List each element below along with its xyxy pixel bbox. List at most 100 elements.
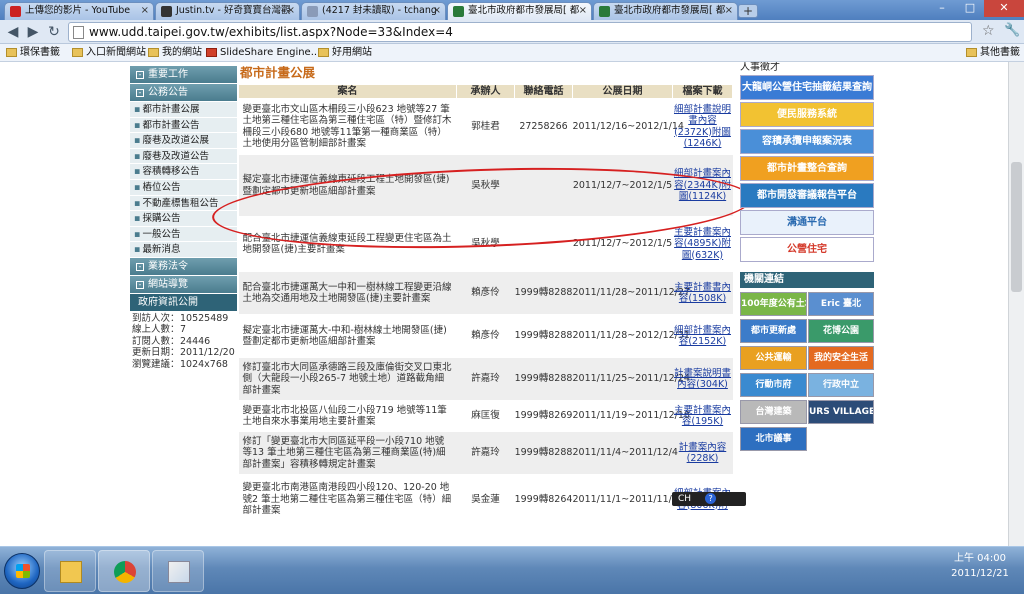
close-icon[interactable]: ×: [141, 3, 149, 19]
address-bar[interactable]: www.udd.taipei.gov.tw/exhibits/list.aspx…: [68, 22, 972, 42]
tab-youtube[interactable]: 上傳您的影片 - YouTube ×: [4, 2, 154, 20]
bookmark-folder[interactable]: 入口新聞網站: [72, 46, 146, 60]
nav-item[interactable]: ▪ 都市計畫公告: [130, 117, 237, 134]
file-download[interactable]: 細部計畫說明書內容(2372K)附圖(1246K): [672, 98, 733, 155]
service-banner[interactable]: 都市開發審議報告平台: [740, 183, 874, 208]
bookmark-slideshare[interactable]: SlideShare Engine...: [206, 46, 320, 60]
download-link[interactable]: 計畫案內容(228K): [679, 442, 727, 465]
case-link[interactable]: 變更臺北市北投區八仙段二小段719 地號等11筆土地自來水事業用地主要計畫案: [243, 405, 447, 428]
file-download[interactable]: 主要計畫案內容(4895K)附圖(632K): [672, 216, 733, 272]
tab-mail[interactable]: (4217 封未讀取) - tchang ×: [301, 2, 446, 20]
nav-gov-info[interactable]: 政府資訊公開: [130, 293, 237, 311]
agency-link[interactable]: 我的安全生活: [808, 346, 874, 370]
bookmark-star-icon[interactable]: ☆: [982, 23, 995, 39]
tab-udd-active[interactable]: 臺北市政府都市發展局[ 都 ×: [447, 2, 592, 20]
case-name[interactable]: 修訂臺北市大同區承德路三段及庫倫街交叉口東北側（大龍段一小段265-7 地號土地…: [238, 357, 457, 401]
nav-item[interactable]: ▪ 最新消息: [130, 242, 237, 258]
reload-button[interactable]: ↻: [45, 23, 63, 41]
bookmark-folder[interactable]: 好用網站: [318, 46, 372, 60]
download-link[interactable]: 細部計畫說明書內容(2372K)附圖(1246K): [674, 104, 731, 150]
case-name[interactable]: 配合臺北市捷運萬大一中和一樹林線工程變更沿線土地為交通用地及土地開發區(捷)主要…: [238, 271, 457, 315]
download-link[interactable]: 主要計畫案內容(4895K)附圖(632K): [674, 227, 731, 261]
close-icon[interactable]: ×: [433, 3, 441, 19]
case-name[interactable]: 擬定臺北市捷運萬大-中和-樹林線土地開發區(捷)暨劃定都市更新地區細部計畫案: [238, 314, 457, 358]
file-download[interactable]: 細部計畫案內容(2152K): [672, 314, 733, 358]
download-link[interactable]: 主要計畫書內容(1508K): [674, 282, 731, 305]
start-button[interactable]: [4, 553, 40, 589]
case-name[interactable]: 修訂「變更臺北市大同區延平段一小段710 地號等13 筆土地第三種住宅區為第三種…: [238, 431, 457, 475]
system-clock[interactable]: 上午 04:00 2011/12/21: [950, 551, 1010, 581]
case-link[interactable]: 變更臺北市文山區木柵段三小段623 地號等27 筆土地第三種住宅區為第三種住宅區…: [243, 104, 452, 150]
agency-link[interactable]: 花博公園: [808, 319, 874, 343]
nav-section-header[interactable]: - 業務法令: [130, 257, 237, 276]
download-link[interactable]: 細部計畫案內容(2344K)附圖(1124K): [674, 168, 731, 202]
minimize-button[interactable]: –: [928, 0, 956, 17]
service-banner[interactable]: 大龍峒公營住宅抽籤結果查詢: [740, 75, 874, 100]
bookmark-folder[interactable]: 環保書籤: [6, 46, 60, 60]
help-icon[interactable]: ?: [705, 493, 717, 504]
file-download[interactable]: 細部計畫案內容(2344K)附圖(1124K): [672, 154, 733, 217]
nav-section-header[interactable]: - 網站導覽: [130, 275, 237, 294]
file-download[interactable]: 主要計畫案內容(195K): [672, 400, 733, 432]
case-link[interactable]: 修訂臺北市大同區承德路三段及庫倫街交叉口東北側（大龍段一小段265-7 地號土地…: [243, 362, 452, 396]
service-banner[interactable]: 公營住宅: [740, 237, 874, 262]
nav-item[interactable]: ▪ 樁位公告: [130, 179, 237, 196]
close-icon[interactable]: ×: [725, 3, 733, 19]
forward-button[interactable]: ▶: [24, 23, 42, 41]
download-link[interactable]: 計畫案說明書內容(304K): [674, 368, 731, 391]
recruit-label[interactable]: 人事徵才: [740, 62, 874, 75]
back-button[interactable]: ◀: [4, 23, 22, 41]
wrench-icon[interactable]: 🔧: [1004, 23, 1020, 38]
bookmark-folder-other[interactable]: 其他書籤: [966, 46, 1020, 60]
nav-item[interactable]: ▪ 廢巷及改道公展: [130, 133, 237, 149]
service-banner[interactable]: 便民服務系統: [740, 102, 874, 127]
service-banner[interactable]: 容積承攬申報案況表: [740, 129, 874, 154]
service-banner[interactable]: 溝通平台: [740, 210, 874, 235]
case-name[interactable]: 配合臺北市捷運信義線東延段工程變更住宅區為土地開發區(捷)主要計畫案: [238, 216, 457, 272]
file-download[interactable]: 計畫案內容(228K): [672, 431, 733, 475]
taskbar-paint[interactable]: [152, 550, 204, 592]
taskbar-explorer[interactable]: [44, 550, 96, 592]
scrollbar-thumb[interactable]: [1011, 162, 1022, 292]
case-name[interactable]: 變更臺北市北投區八仙段二小段719 地號等11筆土地自來水事業用地主要計畫案: [238, 400, 457, 432]
case-name[interactable]: 擬定臺北市捷運信義線東延段工程土地開發區(捷)暨劃定都市更新地區細部計畫案: [238, 154, 457, 217]
vertical-scrollbar[interactable]: [1008, 62, 1024, 546]
case-name[interactable]: 變更臺北市南港區南港段四小段120、120-20 地號2 筆土地第二種住宅區為第…: [238, 474, 457, 525]
close-icon[interactable]: ×: [287, 3, 295, 19]
case-name[interactable]: 變更臺北市文山區木柵段三小段623 地號等27 筆土地第三種住宅區為第三種住宅區…: [238, 98, 457, 155]
case-link[interactable]: 擬定臺北市捷運信義線東延段工程土地開發區(捷)暨劃定都市更新地區細部計畫案: [243, 174, 450, 197]
case-link[interactable]: 變更臺北市南港區南港段四小段120、120-20 地號2 筆土地第二種住宅區為第…: [243, 482, 452, 516]
agency-link[interactable]: 公共運輸: [740, 346, 807, 370]
file-download[interactable]: 計畫案說明書內容(304K): [672, 357, 733, 401]
nav-section-header[interactable]: - 公務公告: [130, 84, 237, 102]
download-link[interactable]: 主要計畫案內容(195K): [674, 405, 731, 428]
case-link[interactable]: 配合臺北市捷運信義線東延段工程變更住宅區為土地開發區(捷)主要計畫案: [243, 233, 452, 256]
nav-item[interactable]: ▪ 都市計畫公展: [130, 102, 237, 118]
bookmark-folder[interactable]: 我的網站: [148, 46, 202, 60]
nav-item[interactable]: ▪ 廢巷及改道公告: [130, 148, 237, 165]
agency-link[interactable]: 行動市府: [740, 373, 807, 397]
case-link[interactable]: 修訂「變更臺北市大同區延平段一小段710 地號等13 筆土地第三種住宅區為第三種…: [243, 436, 446, 470]
tab-justin[interactable]: Justin.tv - 好奇寶寶台灣觀 ×: [155, 2, 300, 20]
case-link[interactable]: 擬定臺北市捷運萬大-中和-樹林線土地開發區(捷)暨劃定都市更新地區細部計畫案: [243, 325, 447, 348]
service-banner[interactable]: 都市計畫整合查詢: [740, 156, 874, 181]
agency-link[interactable]: 台灣建築: [740, 400, 807, 424]
case-link[interactable]: 配合臺北市捷運萬大一中和一樹林線工程變更沿線土地為交通用地及土地開發區(捷)主要…: [243, 282, 452, 305]
taskbar-chrome[interactable]: [98, 550, 150, 592]
nav-item[interactable]: ▪ 一般公告: [130, 226, 237, 243]
nav-item[interactable]: ▪ 不動產標售租公告: [130, 195, 237, 212]
agency-link[interactable]: 行政中立: [808, 373, 874, 397]
agency-link[interactable]: 100年度公有土地: [740, 292, 807, 316]
window-close-button[interactable]: ✕: [984, 0, 1024, 17]
maximize-button[interactable]: □: [956, 0, 984, 17]
new-tab-button[interactable]: +: [738, 4, 758, 18]
tab-udd[interactable]: 臺北市政府都市發展局[ 都 ×: [593, 2, 738, 20]
agency-link[interactable]: 都市更新處: [740, 319, 807, 343]
file-download[interactable]: 主要計畫書內容(1508K): [672, 271, 733, 315]
nav-item[interactable]: ▪ 採購公告: [130, 211, 237, 227]
nav-item[interactable]: ▪ 容積轉移公告: [130, 164, 237, 180]
close-icon[interactable]: ×: [579, 3, 587, 19]
nav-section-header[interactable]: - 重要工作: [130, 66, 237, 84]
agency-link[interactable]: URS VILLAGE: [808, 400, 874, 424]
ime-toolbar[interactable]: CH?: [672, 492, 746, 506]
